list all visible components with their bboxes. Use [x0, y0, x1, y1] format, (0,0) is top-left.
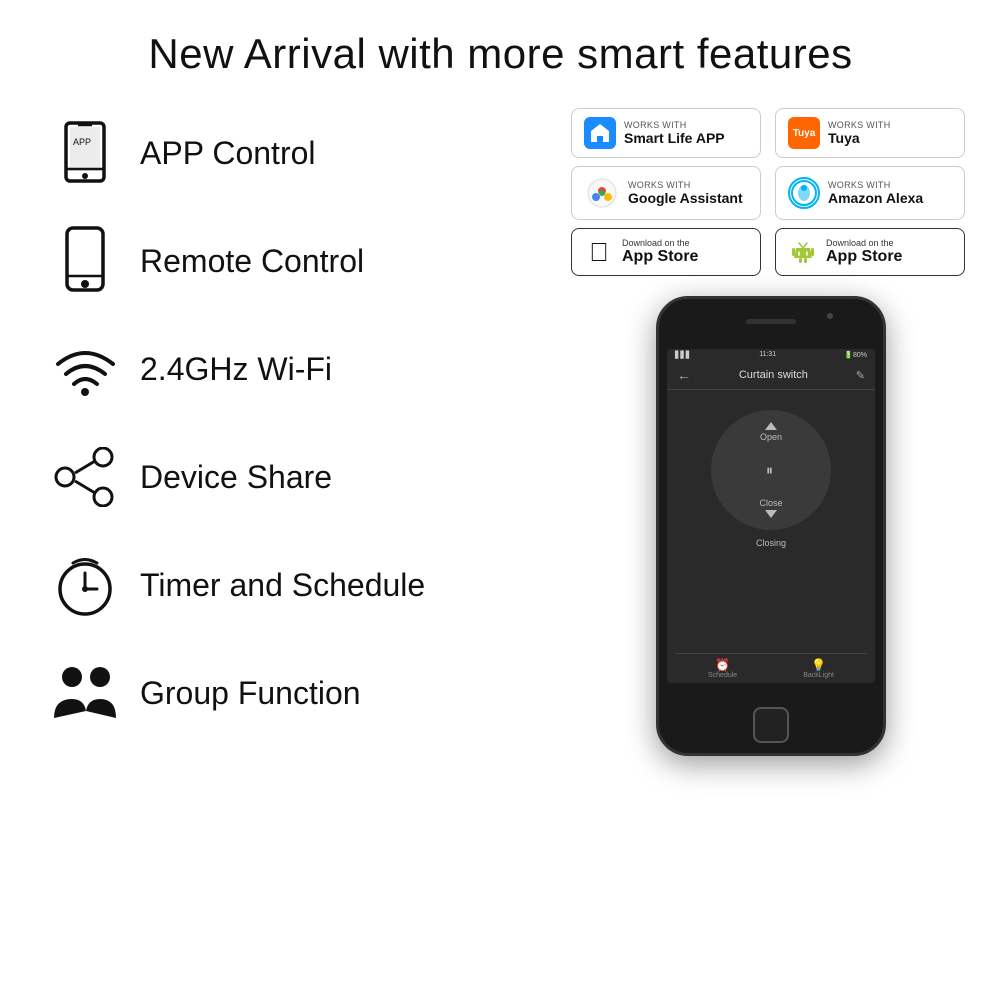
- group-label: Group Function: [140, 675, 361, 712]
- phone-screen: ▋▋▋ 11:31 🔋80% ← Curtain switch ✎: [667, 349, 875, 683]
- edit-icon: ✎: [856, 369, 865, 382]
- schedule-btn: ⏰ Schedule: [708, 658, 737, 679]
- google-name: Google Assistant: [628, 190, 743, 206]
- google-text: WORKS WITH Google Assistant: [628, 180, 743, 206]
- remote-control-icon: [50, 226, 120, 296]
- phone-screen-title: Curtain switch: [739, 369, 808, 381]
- wifi-icon: [50, 334, 120, 404]
- features-list: APP APP Control Remote Control: [0, 108, 571, 766]
- android-store-small: Download on the: [826, 238, 902, 248]
- status-battery: 🔋80%: [844, 351, 867, 359]
- phone-speaker: [746, 319, 796, 324]
- tuya-name: Tuya: [828, 130, 891, 146]
- tuya-icon: Tuya: [788, 117, 820, 149]
- schedule-label: Schedule: [708, 672, 737, 679]
- alexa-works: WORKS WITH: [828, 180, 923, 190]
- alexa-name: Amazon Alexa: [828, 190, 923, 206]
- phone-home-button[interactable]: [753, 707, 789, 743]
- android-icon: [788, 237, 818, 267]
- google-icon: [584, 175, 620, 211]
- backlight-label: BackLight: [803, 672, 834, 679]
- timer-icon: [50, 550, 120, 620]
- smart-life-badge: WORKS WITH Smart Life APP: [571, 108, 761, 158]
- schedule-icon: ⏰: [715, 658, 730, 672]
- android-store-text: Download on the App Store: [826, 238, 902, 266]
- timer-label: Timer and Schedule: [140, 567, 425, 604]
- status-time: 11:31: [759, 351, 776, 359]
- backlight-icon: 💡: [811, 658, 826, 672]
- google-badge: WORKS WITH Google Assistant: [571, 166, 761, 220]
- curtain-close: Close: [759, 498, 782, 518]
- smart-life-icon: [584, 117, 616, 149]
- phone-screen-header: ← Curtain switch ✎: [667, 361, 875, 390]
- curtain-pause-icon: ⏸: [766, 462, 776, 479]
- curtain-status: Closing: [756, 538, 786, 548]
- right-panel: WORKS WITH Smart Life APP Tuya WORKS WIT…: [571, 108, 1001, 766]
- phone-bottom-bar: ⏰ Schedule 💡 BackLight: [675, 653, 867, 683]
- alexa-badge: WORKS WITH Amazon Alexa: [775, 166, 965, 220]
- tuya-text: WORKS WITH Tuya: [828, 120, 891, 146]
- android-store-name: App Store: [826, 248, 902, 266]
- remote-control-label: Remote Control: [140, 243, 364, 280]
- device-share-icon: [50, 442, 120, 512]
- close-label: Close: [759, 498, 782, 508]
- phone-container: ▋▋▋ 11:31 🔋80% ← Curtain switch ✎: [571, 296, 971, 756]
- device-share-label: Device Share: [140, 459, 332, 496]
- status-bar: ▋▋▋ 11:31 🔋80%: [667, 349, 875, 361]
- app-control-icon: APP: [50, 118, 120, 188]
- feature-remote-control: Remote Control: [50, 226, 571, 296]
- curtain-open: Open: [760, 422, 782, 442]
- apple-store-text: Download on the App Store: [622, 238, 698, 266]
- feature-app-control: APP APP Control: [50, 118, 571, 188]
- svg-text:APP: APP: [73, 137, 91, 147]
- feature-timer: Timer and Schedule: [50, 550, 571, 620]
- apple-icon: : [584, 237, 614, 267]
- phone-mockup: ▋▋▋ 11:31 🔋80% ← Curtain switch ✎: [656, 296, 886, 756]
- tuya-badge: Tuya WORKS WITH Tuya: [775, 108, 965, 158]
- apple-store-small: Download on the: [622, 238, 698, 248]
- open-label: Open: [760, 432, 782, 442]
- phone-camera: [827, 313, 833, 319]
- apple-store-name: App Store: [622, 248, 698, 266]
- curtain-control-circle: Open ⏸ Close: [711, 410, 831, 530]
- google-works: WORKS WITH: [628, 180, 743, 190]
- smart-life-works: WORKS WITH: [624, 120, 725, 130]
- feature-device-share: Device Share: [50, 442, 571, 512]
- backlight-btn: 💡 BackLight: [803, 658, 834, 679]
- tuya-works: WORKS WITH: [828, 120, 891, 130]
- phone-screen-body: Open ⏸ Close Closing: [667, 390, 875, 548]
- alexa-icon: [788, 177, 820, 209]
- smart-life-text: WORKS WITH Smart Life APP: [624, 120, 725, 146]
- wifi-label: 2.4GHz Wi-Fi: [140, 351, 332, 388]
- feature-group: Group Function: [50, 658, 571, 728]
- android-store-badge[interactable]: Download on the App Store: [775, 228, 965, 276]
- smart-life-name: Smart Life APP: [624, 130, 725, 146]
- alexa-text: WORKS WITH Amazon Alexa: [828, 180, 923, 206]
- page-title: New Arrival with more smart features: [0, 0, 1001, 78]
- app-control-label: APP Control: [140, 135, 316, 172]
- badges-grid: WORKS WITH Smart Life APP Tuya WORKS WIT…: [571, 108, 971, 276]
- feature-wifi: 2.4GHz Wi-Fi: [50, 334, 571, 404]
- apple-store-badge[interactable]:  Download on the App Store: [571, 228, 761, 276]
- status-signal: ▋▋▋: [675, 351, 691, 359]
- group-icon: [50, 658, 120, 728]
- chevron-down-icon: [765, 510, 777, 518]
- back-arrow-icon: ←: [677, 367, 691, 383]
- chevron-up-icon: [765, 422, 777, 430]
